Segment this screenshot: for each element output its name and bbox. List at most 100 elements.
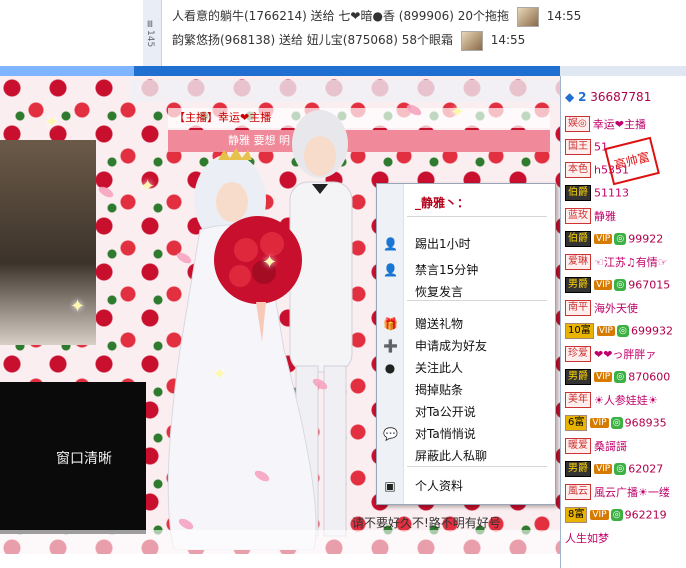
- diamond-icon: ◆: [565, 90, 575, 104]
- chat-bubble-icon: 💬: [383, 427, 398, 441]
- progress-strip: [0, 66, 560, 76]
- vip-badge-icon: VIP: [596, 326, 615, 336]
- bottom-chat-text: 请不要好久不!路不明有好号: [352, 516, 501, 530]
- user-mute-icon: 👤: [383, 263, 398, 277]
- user-name: 62027: [628, 462, 664, 476]
- user-name: 968935: [624, 416, 667, 430]
- vip-badge-icon: VIP: [594, 280, 613, 290]
- add-friend-icon: ➕: [383, 339, 398, 353]
- rank-badge: 珍爱: [565, 346, 591, 362]
- room-toolbar: [130, 80, 560, 102]
- rank-badge: 国王: [565, 139, 591, 155]
- ticker-row-text: 人看意的躺牛(1766214) 送给 七❤暗●香 (899906) 20个拖拖: [172, 9, 510, 23]
- user-name: ☀人参娃娃☀: [594, 394, 658, 407]
- menu-item[interactable]: 恢复发言: [415, 282, 463, 302]
- user-list-item[interactable]: 10富 VIP ◎ 699932: [565, 323, 686, 345]
- vip-badge-icon: VIP: [594, 464, 613, 474]
- user-list-item[interactable]: 伯爵 51113: [565, 185, 686, 207]
- user-list-item[interactable]: 南平 海外天使: [565, 300, 686, 322]
- user-list-item[interactable]: 人生如梦: [565, 530, 686, 552]
- follow-icon: ●: [384, 361, 396, 375]
- rank-badge: 本色: [565, 162, 591, 178]
- coin-icon: ◎: [614, 279, 627, 291]
- ticker-side-tab[interactable]: Ⅲ145: [143, 0, 162, 66]
- ticker-row: 人看意的躺牛(1766214) 送给 七❤暗●香 (899906) 20个拖拖 …: [172, 6, 581, 27]
- user-list-item[interactable]: 娱◎ 幸运❤主播: [565, 116, 686, 138]
- header-id: 36687781: [590, 90, 652, 104]
- sparkle-icon: ✦: [262, 252, 278, 273]
- user-context-menu: _静雅丶： 👤 踢出1小时 👤 禁言15分钟 恢复发言 🎁 赠送礼物 ➕ 申请成为好友 ● 关注此人…: [376, 183, 556, 505]
- user-list-item[interactable]: 風云 風云广播☀一缕: [565, 484, 686, 506]
- user-list-item[interactable]: 蓝玫 静雅: [565, 208, 686, 230]
- stamp-text: 高帅富: [612, 149, 652, 173]
- user-list-item[interactable]: 男爵 VIP ◎ 62027: [565, 461, 686, 483]
- room-tab-label: 【主播】幸运❤主播: [174, 111, 272, 124]
- rank-badge: 伯爵: [565, 231, 591, 247]
- user-name: 人生如梦: [565, 532, 609, 545]
- rank-badge: 6富: [565, 415, 588, 431]
- menu-item[interactable]: 揭掉贴条: [415, 380, 463, 400]
- user-list-item[interactable]: 伯爵 VIP ◎ 99922: [565, 231, 686, 253]
- user-kick-icon: 👤: [383, 237, 398, 251]
- user-name: 海外天使: [594, 302, 638, 315]
- rank-badge: 10富: [565, 323, 594, 339]
- gift-thumbnail-icon: [516, 6, 539, 27]
- rank-badge: 爱琳: [565, 254, 591, 270]
- user-name: 967015: [628, 278, 671, 292]
- coin-icon: ◎: [614, 371, 627, 383]
- vip-badge-icon: VIP: [594, 372, 613, 382]
- menu-separator: [407, 466, 547, 467]
- user-name: 静雅: [594, 210, 616, 223]
- user-list-item[interactable]: 8富 VIP ◎ 962219: [565, 507, 686, 529]
- bride-figure: [167, 148, 317, 550]
- user-list-item[interactable]: 男爵 VIP ◎ 967015: [565, 277, 686, 299]
- menu-item[interactable]: 申请成为好友: [415, 336, 487, 356]
- bottom-bar: [0, 530, 560, 554]
- user-list-item[interactable]: 美年 ☀人参娃娃☀: [565, 392, 686, 414]
- user-list-item[interactable]: 珍爱 ❤❤っ胖胖ァ: [565, 346, 686, 368]
- rank-badge: 娱◎: [565, 116, 590, 132]
- user-name: 870600: [628, 370, 671, 384]
- coin-icon: ◎: [614, 463, 627, 475]
- rank-badge: 南平: [565, 300, 591, 316]
- vip-badge-icon: VIP: [590, 418, 609, 428]
- user-name: 風云广播☀一缕: [594, 486, 670, 499]
- menu-item[interactable]: 对Ta公开说: [415, 402, 476, 422]
- rank-badge: 伯爵: [565, 185, 591, 201]
- gift-icon: 🎁: [383, 317, 398, 331]
- user-name: 幸运❤主播: [592, 118, 646, 131]
- user-name: ☜江苏♫有情☞: [594, 256, 668, 269]
- menu-item[interactable]: 对Ta悄悄说: [415, 424, 476, 444]
- user-list-item[interactable]: 6富 VIP ◎ 968935: [565, 415, 686, 437]
- user-list-item[interactable]: 爱琳 ☜江苏♫有情☞: [565, 254, 686, 276]
- user-list-item[interactable]: 暖爱 桑謌謌: [565, 438, 686, 460]
- rank-badge: 男爵: [565, 277, 591, 293]
- profile-card-icon: ▣: [384, 479, 396, 493]
- rank-badge: 暖爱: [565, 438, 591, 454]
- ticker-row-text: 韵繁悠扬(968138) 送给 妞儿宝(875068) 58个眼霜: [172, 33, 454, 47]
- menu-item[interactable]: 个人资料: [415, 476, 463, 496]
- user-list-item[interactable]: 男爵 VIP ◎ 870600: [565, 369, 686, 391]
- coin-icon: ◎: [614, 233, 627, 245]
- rank-badge: 男爵: [565, 369, 591, 385]
- sparkle-icon: ✦: [44, 112, 60, 133]
- chat-panel-label: 窗口清晰: [56, 451, 112, 467]
- menu-item[interactable]: 关注此人: [415, 358, 463, 378]
- sparkle-icon: ✦: [450, 102, 466, 123]
- sparkle-icon: ✦: [212, 364, 228, 385]
- user-name: 桑謌謌: [594, 440, 627, 453]
- menu-item[interactable]: 屏蔽此人私聊: [415, 446, 487, 466]
- ticker-row: 韵繁悠扬(968138) 送给 妞儿宝(875068) 58个眼霜 14:55: [172, 30, 525, 51]
- sparkle-icon: ✦: [70, 296, 86, 317]
- gift-thumbnail-icon: [460, 30, 483, 51]
- menu-item[interactable]: 赠送礼物: [415, 314, 463, 334]
- user-name: 51113: [594, 186, 629, 200]
- menu-item[interactable]: 禁言15分钟: [415, 260, 478, 280]
- gift-ticker: Ⅲ145 人看意的躺牛(1766214) 送给 七❤暗●香 (899906) 2…: [0, 0, 686, 66]
- menu-separator: [407, 216, 547, 217]
- user-name: 962219: [624, 508, 667, 522]
- ticker-side-label: Ⅲ145: [145, 20, 155, 48]
- vip-badge-icon: VIP: [594, 234, 613, 244]
- coin-icon: ◎: [616, 325, 629, 337]
- menu-item[interactable]: 踢出1小时: [415, 234, 471, 254]
